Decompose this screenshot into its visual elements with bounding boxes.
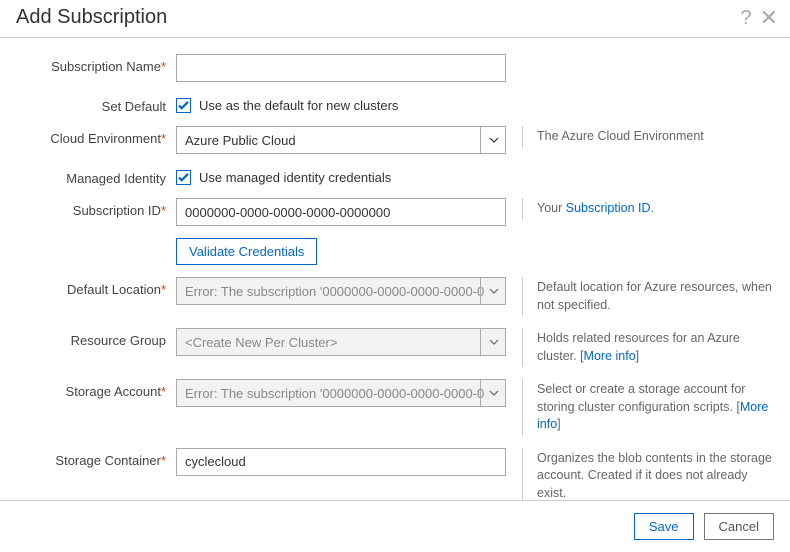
- subscription-name-input[interactable]: [176, 54, 506, 82]
- required-mark: *: [161, 203, 166, 218]
- hint-cloud-environment: The Azure Cloud Environment: [522, 126, 774, 148]
- label-set-default: Set Default: [16, 94, 176, 114]
- label-subscription-id: Subscription ID*: [16, 198, 176, 218]
- dialog-footer: Save Cancel: [0, 500, 790, 552]
- set-default-checkbox-label: Use as the default for new clusters: [199, 98, 398, 113]
- row-storage-container: Storage Container* Organizes the blob co…: [16, 448, 774, 501]
- set-default-checkbox-row: Use as the default for new clusters: [176, 94, 506, 113]
- managed-identity-checkbox-row: Use managed identity credentials: [176, 166, 506, 185]
- cancel-button[interactable]: Cancel: [704, 513, 774, 540]
- hint-storage-container: Organizes the blob contents in the stora…: [522, 448, 774, 501]
- subscription-id-link[interactable]: Subscription ID: [566, 201, 651, 215]
- required-mark: *: [161, 59, 166, 74]
- subscription-id-input[interactable]: [176, 198, 506, 226]
- label-managed-identity: Managed Identity: [16, 166, 176, 186]
- storage-account-select[interactable]: Error: The subscription '0000000-0000-00…: [176, 379, 506, 407]
- managed-identity-checkbox-label: Use managed identity credentials: [199, 170, 391, 185]
- row-resource-group: Resource Group <Create New Per Cluster> …: [16, 328, 774, 367]
- required-mark: *: [161, 282, 166, 297]
- hint-storage-account: Select or create a storage account for s…: [522, 379, 774, 436]
- row-validate: Validate Credentials: [16, 238, 774, 265]
- check-icon: [178, 101, 189, 110]
- row-managed-identity: Managed Identity Use managed identity cr…: [16, 166, 774, 186]
- default-location-select[interactable]: Error: The subscription '0000000-0000-00…: [176, 277, 506, 305]
- help-icon[interactable]: ?: [740, 8, 751, 28]
- dialog-header: Add Subscription ? ✕: [0, 0, 790, 38]
- label-default-location: Default Location*: [16, 277, 176, 297]
- add-subscription-dialog: Add Subscription ? ✕ Subscription Name* …: [0, 0, 790, 552]
- required-mark: *: [161, 453, 166, 468]
- close-icon[interactable]: ✕: [760, 7, 778, 29]
- header-actions: ? ✕: [740, 7, 778, 29]
- more-info-link[interactable]: More info: [584, 349, 636, 363]
- validate-credentials-button[interactable]: Validate Credentials: [176, 238, 317, 265]
- hint-resource-group: Holds related resources for an Azure clu…: [522, 328, 774, 367]
- label-resource-group: Resource Group: [16, 328, 176, 348]
- check-icon: [178, 173, 189, 182]
- row-subscription-id: Subscription ID* Your Subscription ID.: [16, 198, 774, 226]
- hint-default-location: Default location for Azure resources, wh…: [522, 277, 774, 316]
- dialog-title: Add Subscription: [16, 6, 167, 29]
- set-default-checkbox[interactable]: [176, 98, 191, 113]
- row-default-location: Default Location* Error: The subscriptio…: [16, 277, 774, 316]
- row-cloud-environment: Cloud Environment* Azure Public Cloud Th…: [16, 126, 774, 154]
- storage-container-input[interactable]: [176, 448, 506, 476]
- label-cloud-environment: Cloud Environment*: [16, 126, 176, 146]
- form-area: Subscription Name* Set Default Use as th…: [0, 38, 790, 500]
- required-mark: *: [161, 131, 166, 146]
- label-subscription-name: Subscription Name*: [16, 54, 176, 74]
- hint-subscription-id: Your Subscription ID.: [522, 198, 774, 220]
- save-button[interactable]: Save: [634, 513, 694, 540]
- row-subscription-name: Subscription Name*: [16, 54, 774, 82]
- resource-group-select[interactable]: <Create New Per Cluster>: [176, 328, 506, 356]
- label-storage-account: Storage Account*: [16, 379, 176, 399]
- required-mark: *: [161, 384, 166, 399]
- row-set-default: Set Default Use as the default for new c…: [16, 94, 774, 114]
- label-storage-container: Storage Container*: [16, 448, 176, 468]
- row-storage-account: Storage Account* Error: The subscription…: [16, 379, 774, 436]
- managed-identity-checkbox[interactable]: [176, 170, 191, 185]
- cloud-environment-select[interactable]: Azure Public Cloud: [176, 126, 506, 154]
